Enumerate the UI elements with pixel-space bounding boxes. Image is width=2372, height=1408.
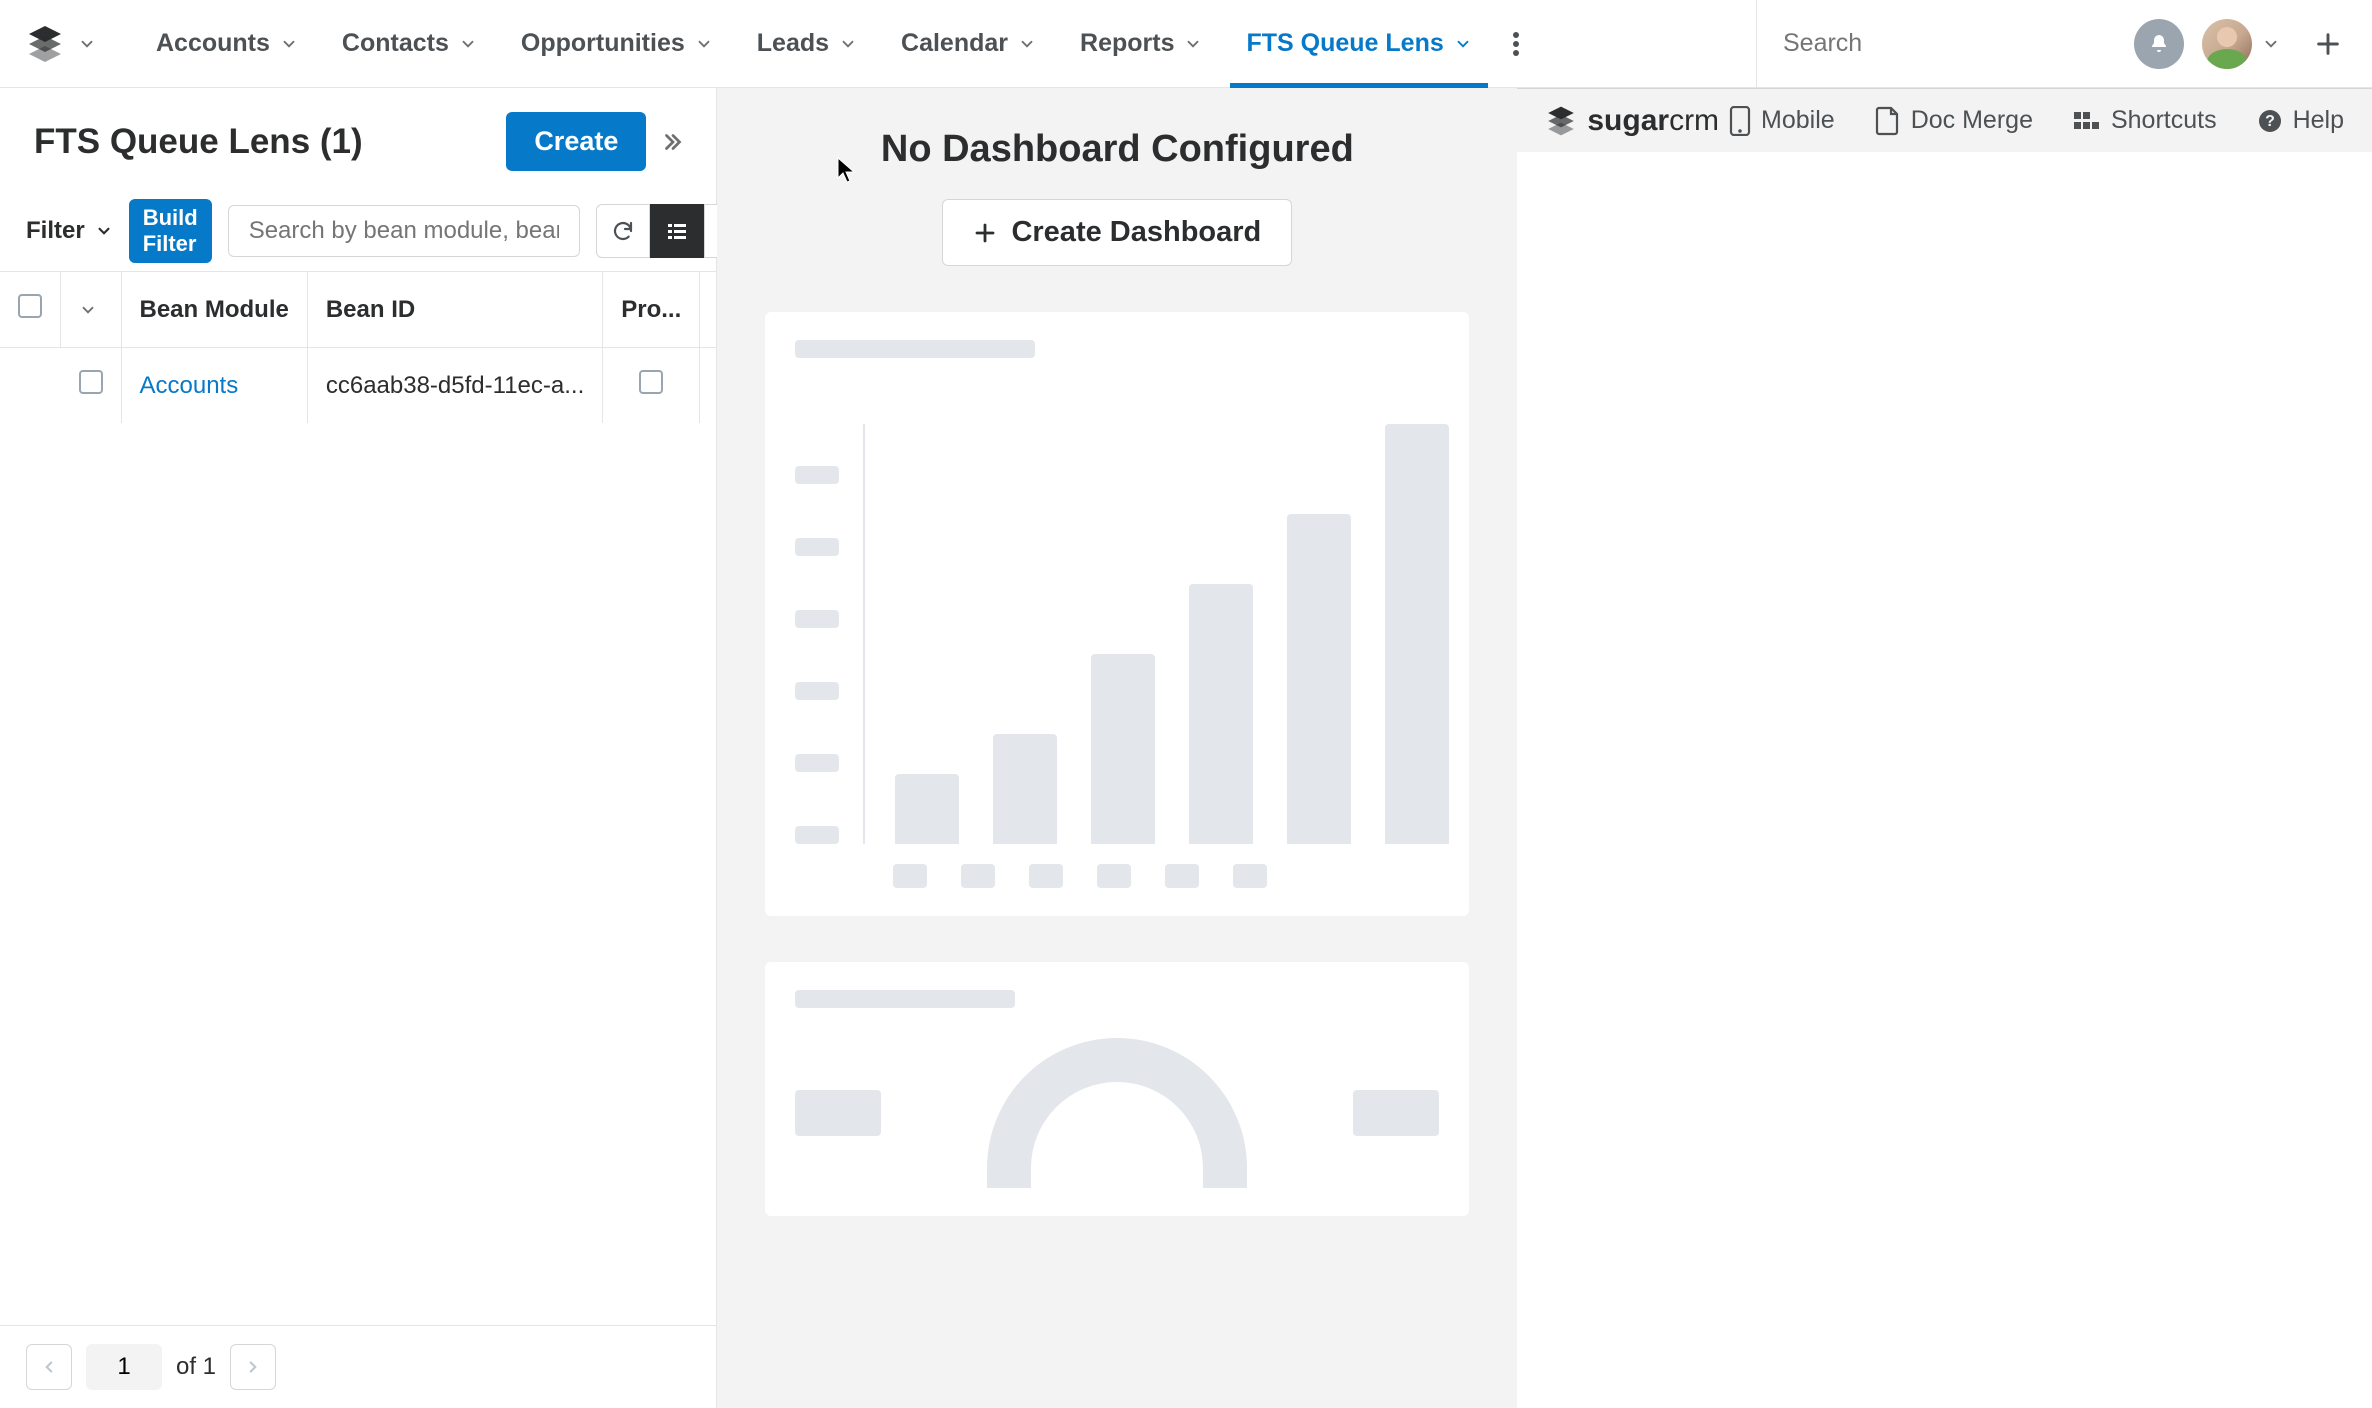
row-bean-id: cc6aab38-d5fd-11ec-a... xyxy=(307,348,602,424)
notifications-button[interactable] xyxy=(2134,19,2184,69)
collapse-panel-icon[interactable] xyxy=(660,129,686,155)
bell-icon xyxy=(2147,32,2171,56)
help-icon: ? xyxy=(2257,108,2283,134)
plus-icon xyxy=(2314,30,2342,58)
dashboard-title: No Dashboard Configured xyxy=(765,128,1469,171)
chevron-down-icon xyxy=(79,301,97,319)
refresh-icon xyxy=(611,219,635,243)
svg-text:?: ? xyxy=(2265,113,2275,130)
footer-shortcuts[interactable]: Shortcuts xyxy=(2073,106,2217,136)
select-all-checkbox[interactable] xyxy=(18,294,42,318)
user-avatar[interactable] xyxy=(2202,19,2252,69)
col-bean-module[interactable]: Bean Module xyxy=(121,272,307,348)
chevron-down-icon[interactable] xyxy=(695,35,713,53)
next-page-button[interactable] xyxy=(230,1344,276,1390)
nav-calendar-label: Calendar xyxy=(901,29,1008,58)
nav-fts-queue-lens[interactable]: FTS Queue Lens xyxy=(1224,0,1493,88)
dashboard-skeleton-chart xyxy=(765,312,1469,916)
create-dashboard-label: Create Dashboard xyxy=(1011,216,1261,249)
shortcuts-icon xyxy=(2073,111,2101,131)
global-search[interactable] xyxy=(1756,0,2116,87)
plus-icon xyxy=(973,221,997,245)
chevron-left-icon xyxy=(40,1358,58,1376)
chevron-down-icon[interactable] xyxy=(1018,35,1036,53)
logo-cube-icon[interactable] xyxy=(24,23,66,65)
dashboard-panel: No Dashboard Configured Create Dashboard xyxy=(717,88,1517,1408)
row-processed-checkbox xyxy=(639,370,663,394)
top-nav: Accounts Contacts Opportunities Leads Ca… xyxy=(0,0,2372,88)
chevron-down-icon xyxy=(95,222,113,240)
nav-accounts-label: Accounts xyxy=(156,29,270,58)
nav-calendar[interactable]: Calendar xyxy=(879,0,1058,88)
chevron-down-icon[interactable] xyxy=(280,35,298,53)
logo-chevron-icon[interactable] xyxy=(78,35,96,53)
page-input[interactable] xyxy=(86,1344,162,1390)
dashboard-skeleton-donut xyxy=(765,962,1469,1216)
select-all-dropdown[interactable] xyxy=(61,272,122,348)
filter-dropdown[interactable]: Filter xyxy=(26,217,113,245)
create-dashboard-button[interactable]: Create Dashboard xyxy=(942,199,1292,266)
table-row[interactable]: Accounts cc6aab38-d5fd-11ec-a... 2022-05… xyxy=(0,348,716,424)
prev-page-button[interactable] xyxy=(26,1344,72,1390)
nav-opportunities-label: Opportunities xyxy=(521,29,685,58)
nav-fts-queue-lens-label: FTS Queue Lens xyxy=(1246,29,1443,58)
records-table: Bean Module Bean ID Pro... Date Modified… xyxy=(0,271,716,423)
nav-more[interactable] xyxy=(1494,0,1538,88)
footer-help[interactable]: ? Help xyxy=(2257,106,2344,136)
col-processed[interactable]: Pro... xyxy=(603,272,700,348)
nav-reports-label: Reports xyxy=(1080,29,1174,58)
global-search-input[interactable] xyxy=(1783,29,2105,58)
chevron-down-icon[interactable] xyxy=(839,35,857,53)
list-icon xyxy=(665,219,689,243)
create-button[interactable]: Create xyxy=(506,112,646,171)
build-filter-button[interactable]: Build Filter xyxy=(129,199,212,263)
footer-docmerge[interactable]: Doc Merge xyxy=(1875,106,2033,136)
chevron-down-icon[interactable] xyxy=(2262,35,2280,53)
mobile-icon xyxy=(1729,106,1751,136)
kebab-icon xyxy=(1512,31,1520,57)
nav-leads-label: Leads xyxy=(757,29,829,58)
nav-add-button[interactable] xyxy=(2300,30,2348,58)
chevron-down-icon[interactable] xyxy=(1454,35,1472,53)
col-bean-id[interactable]: Bean ID xyxy=(307,272,602,348)
chevron-right-icon xyxy=(244,1358,262,1376)
document-icon xyxy=(1875,106,1901,136)
footer-logo-icon xyxy=(1545,105,1577,137)
nav-opportunities[interactable]: Opportunities xyxy=(499,0,735,88)
row-bean-module[interactable]: Accounts xyxy=(140,372,239,399)
nav-leads[interactable]: Leads xyxy=(735,0,879,88)
nav-contacts[interactable]: Contacts xyxy=(320,0,499,88)
chevron-down-icon[interactable] xyxy=(1184,35,1202,53)
nav-reports[interactable]: Reports xyxy=(1058,0,1224,88)
filter-search-input[interactable] xyxy=(228,205,580,257)
page-of-label: of 1 xyxy=(176,1353,216,1381)
filter-label-text: Filter xyxy=(26,217,85,245)
refresh-button[interactable] xyxy=(596,204,650,258)
row-checkbox[interactable] xyxy=(79,370,103,394)
page-title: FTS Queue Lens (1) xyxy=(34,122,363,162)
nav-accounts[interactable]: Accounts xyxy=(134,0,320,88)
pagination: of 1 xyxy=(0,1325,716,1408)
chevron-down-icon[interactable] xyxy=(459,35,477,53)
app-footer: sugarcrm Mobile Doc Merge Shortcuts ? He… xyxy=(1517,88,2372,152)
list-view-button[interactable] xyxy=(650,204,704,258)
footer-brand: sugarcrm xyxy=(1587,104,1719,138)
nav-contacts-label: Contacts xyxy=(342,29,449,58)
footer-mobile[interactable]: Mobile xyxy=(1729,106,1835,136)
col-date-modified[interactable]: Date Modified xyxy=(700,272,717,348)
